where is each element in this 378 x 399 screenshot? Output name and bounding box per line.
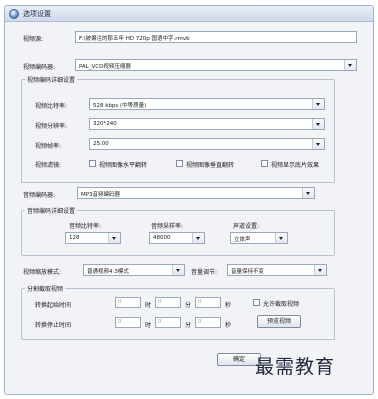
vflip-label: 视频图像垂直翻转 (186, 162, 235, 169)
app-icon (9, 9, 19, 19)
chevron-down-icon[interactable] (312, 99, 324, 109)
split-legend: 分割截取视频 (25, 284, 66, 293)
chevron-down-icon[interactable] (344, 60, 356, 70)
scale-mode-label: 视频缩放模式: (23, 269, 62, 276)
video-resolution-select[interactable]: 320*240 (89, 118, 325, 130)
start-hour-input[interactable]: 0 (115, 297, 141, 308)
chevron-down-icon[interactable] (312, 119, 324, 129)
audio-samplerate-value: 48000 (153, 235, 171, 241)
second-unit: 秒 (225, 302, 232, 309)
video-bitrate-label: 视频比特率: (35, 103, 68, 110)
audio-encoder-label: 音频编码器: (23, 192, 56, 199)
minute-unit: 分 (185, 322, 192, 329)
video-resolution-label: 视频分辨率: (35, 123, 68, 130)
second-unit: 秒 (225, 322, 232, 329)
volume-value: 音量保持不变 (231, 269, 265, 275)
minute-unit: 分 (185, 302, 192, 309)
start-time-label: 转换起始时间 (35, 302, 72, 309)
scale-mode-select[interactable]: 普通视频4:3模式 (83, 264, 185, 276)
hour-unit: 时 (145, 322, 152, 329)
chevron-down-icon[interactable] (172, 265, 184, 275)
video-detail-legend: 视频编码详细设置 (25, 75, 78, 84)
end-minute-input[interactable]: 0 (155, 317, 181, 328)
split-group (21, 288, 335, 340)
hflip-checkbox[interactable] (89, 160, 96, 167)
audio-samplerate-select[interactable]: 48000 (149, 232, 205, 244)
video-resolution-value: 320*240 (93, 121, 117, 127)
volume-select[interactable]: 音量保持不变 (227, 264, 327, 276)
options-dialog: 选项设置 视频源: F:\被偏注的那五年 HD 720p 国语中字.rmvb 视… (4, 5, 374, 395)
title-bar: 选项设置 (5, 6, 373, 22)
scale-mode-value: 普通视频4:3模式 (87, 269, 129, 275)
channel-value: 立体声 (234, 237, 251, 243)
audio-samplerate-label: 音频采样率: (151, 223, 184, 230)
allow-split-label: 允许截取视频 (263, 301, 300, 308)
start-second-input[interactable]: 0 (195, 297, 221, 308)
channel-select[interactable]: 立体声 (230, 232, 288, 244)
watermark-text: 最需教育 (255, 356, 336, 378)
audio-bitrate-select[interactable]: 128 (65, 232, 121, 244)
video-source-label: 视频源: (23, 36, 44, 43)
video-encoder-value: PAL_VCD视频压缩器 (79, 64, 131, 70)
volume-label: 音量调节: (191, 269, 218, 276)
chevron-down-icon[interactable] (108, 233, 120, 243)
end-second-input[interactable]: 0 (195, 317, 221, 328)
video-framerate-select[interactable]: 25.00 (89, 138, 325, 150)
video-framerate-value: 25.00 (93, 141, 109, 147)
video-encoder-label: 视频编码器: (23, 64, 56, 71)
vflip-checkbox[interactable] (176, 160, 183, 167)
start-minute-input[interactable]: 0 (155, 297, 181, 308)
end-time-label: 转换停止时间 (35, 322, 72, 329)
video-framerate-label: 视频帧率: (35, 143, 62, 150)
chevron-down-icon[interactable] (302, 188, 314, 198)
audio-detail-legend: 音频编码详细设置 (25, 206, 78, 215)
video-filter-label: 视频滤镜: (35, 162, 62, 169)
channel-label: 声道设置: (233, 223, 260, 230)
end-hour-input[interactable]: 0 (115, 317, 141, 328)
video-bitrate-value: 528 kbps (中等质量) (93, 103, 147, 109)
allow-split-checkbox[interactable] (253, 299, 260, 306)
audio-bitrate-label: 音频比特率: (69, 223, 102, 230)
chevron-down-icon[interactable] (192, 233, 204, 243)
window-title: 选项设置 (23, 10, 51, 18)
video-bitrate-select[interactable]: 528 kbps (中等质量) (89, 98, 325, 110)
hour-unit: 时 (145, 302, 152, 309)
preview-button[interactable]: 预览视频 (257, 315, 301, 328)
video-encoder-select[interactable]: PAL_VCD视频压缩器 (75, 59, 357, 71)
negative-label: 视频显示底片效果 (271, 162, 320, 169)
video-source-field[interactable]: F:\被偏注的那五年 HD 720p 国语中字.rmvb (75, 31, 357, 43)
negative-checkbox[interactable] (261, 160, 268, 167)
audio-encoder-value: MP3音频编码器 (81, 192, 121, 198)
chevron-down-icon[interactable] (314, 265, 326, 275)
audio-bitrate-value: 128 (69, 235, 80, 241)
hflip-label: 视频图像水平翻转 (99, 162, 148, 169)
chevron-down-icon[interactable] (275, 233, 287, 243)
audio-encoder-select[interactable]: MP3音频编码器 (77, 187, 315, 199)
chevron-down-icon[interactable] (312, 139, 324, 149)
